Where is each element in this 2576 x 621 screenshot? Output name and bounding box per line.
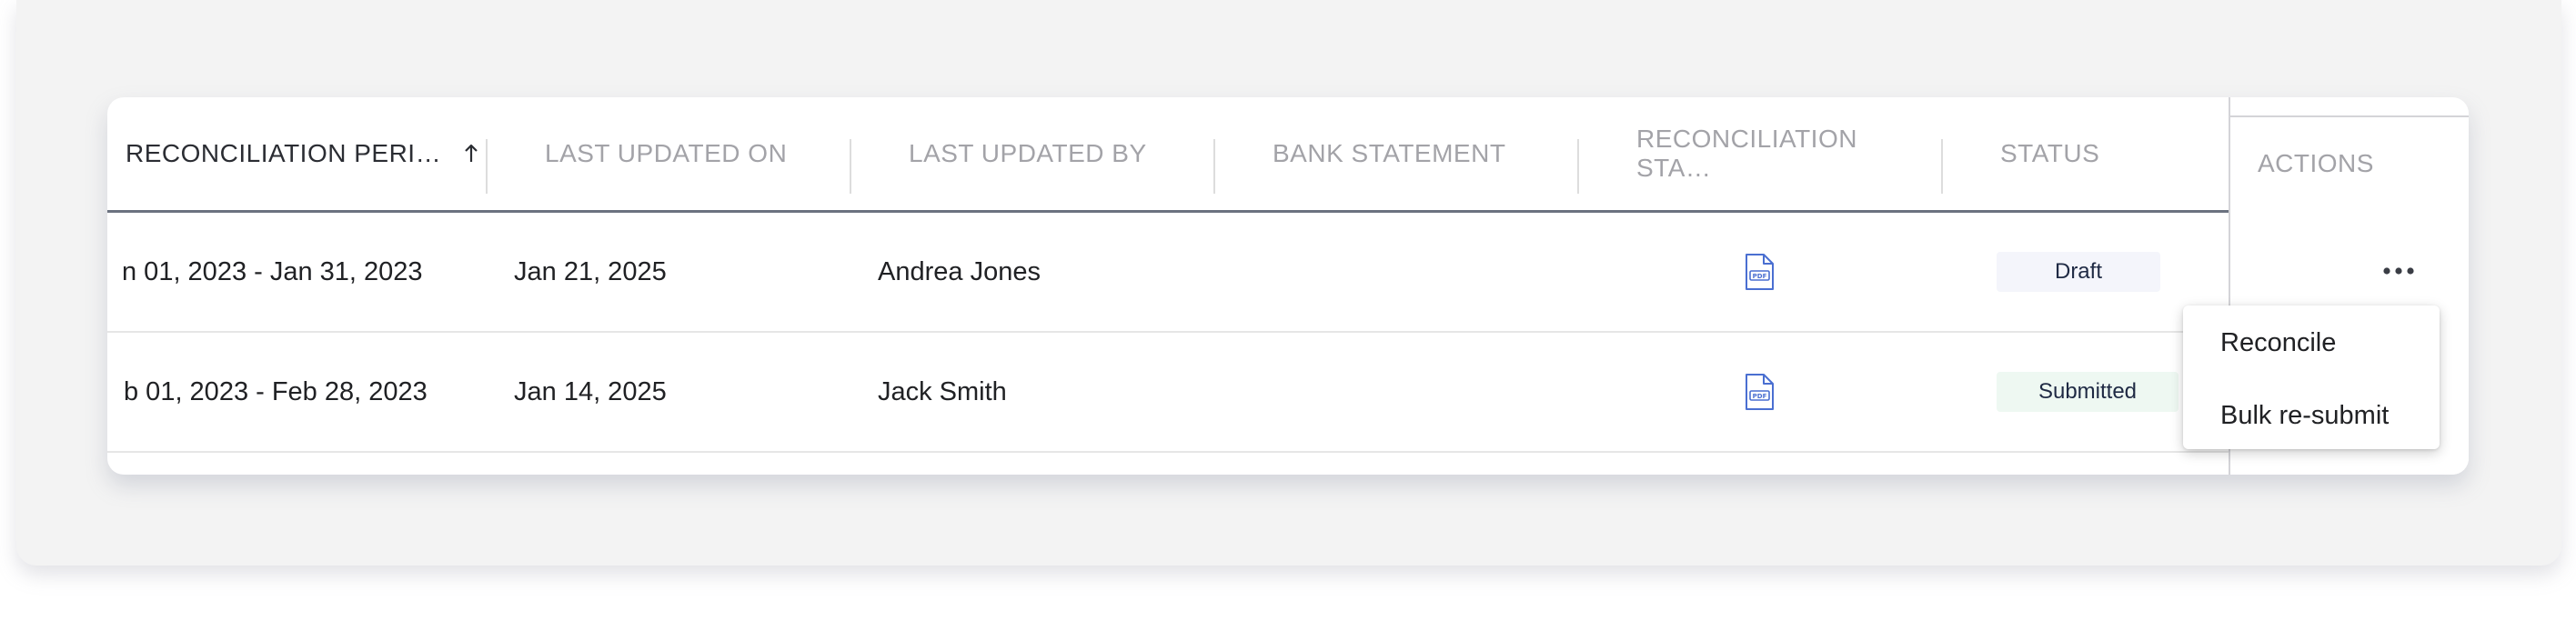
- column-header-actions: ACTIONS: [2230, 115, 2469, 210]
- reconciliation-period-cell: n 01, 2023 - Jan 31, 2023: [122, 256, 423, 286]
- table-row[interactable]: n 01, 2023 - Jan 31, 2023 Jan 21, 2025 A…: [107, 213, 2469, 333]
- reconciliation-table: RECONCILIATION PERI… LAST UPDATED ON LAS…: [107, 97, 2469, 475]
- last-updated-by-cell: Jack Smith: [878, 376, 1007, 406]
- column-header-label: BANK STATEMENT: [1273, 139, 1506, 167]
- column-header-status[interactable]: STATUS: [2000, 97, 2219, 210]
- status-badge: Submitted: [1997, 372, 2179, 412]
- column-header-label: RECONCILIATION STA…: [1636, 125, 1857, 182]
- column-header-label: RECONCILIATION PERI…: [126, 139, 442, 167]
- menu-item-reconcile[interactable]: Reconcile: [2183, 311, 2440, 375]
- status-cell: Draft: [1997, 213, 2160, 331]
- column-header-last-updated-by[interactable]: LAST UPDATED BY: [909, 97, 1209, 210]
- column-header-label: STATUS: [2000, 139, 2100, 167]
- column-header-label: LAST UPDATED ON: [545, 139, 788, 167]
- table-header-row: RECONCILIATION PERI… LAST UPDATED ON LAS…: [107, 97, 2469, 213]
- last-updated-by-cell: Andrea Jones: [878, 256, 1041, 286]
- reconciliation-period-cell: b 01, 2023 - Feb 28, 2023: [124, 376, 428, 406]
- svg-text:PDF: PDF: [1753, 393, 1767, 400]
- column-divider: [1577, 139, 1579, 194]
- svg-text:PDF: PDF: [1753, 273, 1767, 280]
- table-row[interactable]: b 01, 2023 - Feb 28, 2023 Jan 14, 2025 J…: [107, 333, 2469, 453]
- column-header-last-updated-on[interactable]: LAST UPDATED ON: [545, 97, 845, 210]
- status-cell: Submitted: [1997, 333, 2179, 451]
- column-divider: [486, 139, 488, 194]
- last-updated-on-cell: Jan 14, 2025: [514, 376, 667, 406]
- column-header-reconciliation-period[interactable]: RECONCILIATION PERI…: [126, 97, 580, 210]
- last-updated-on-cell: Jan 21, 2025: [514, 256, 667, 286]
- column-header-bank-statement[interactable]: BANK STATEMENT: [1273, 97, 1573, 210]
- menu-item-bulk-resubmit[interactable]: Bulk re-submit: [2183, 384, 2440, 447]
- actions-dropdown-menu: Reconcile Bulk re-submit: [2183, 305, 2440, 449]
- column-divider: [1941, 139, 1943, 194]
- column-divider: [1213, 139, 1215, 194]
- column-header-label: LAST UPDATED BY: [909, 139, 1147, 167]
- pdf-file-icon[interactable]: PDF: [1741, 213, 1777, 331]
- arrow-up-icon[interactable]: [463, 143, 479, 165]
- column-header-reconciliation-statement[interactable]: RECONCILIATION STA…: [1636, 97, 1937, 210]
- status-badge: Draft: [1997, 252, 2160, 292]
- pdf-file-icon[interactable]: PDF: [1741, 333, 1777, 451]
- more-horizontal-icon[interactable]: [2376, 256, 2421, 285]
- column-divider: [850, 139, 851, 194]
